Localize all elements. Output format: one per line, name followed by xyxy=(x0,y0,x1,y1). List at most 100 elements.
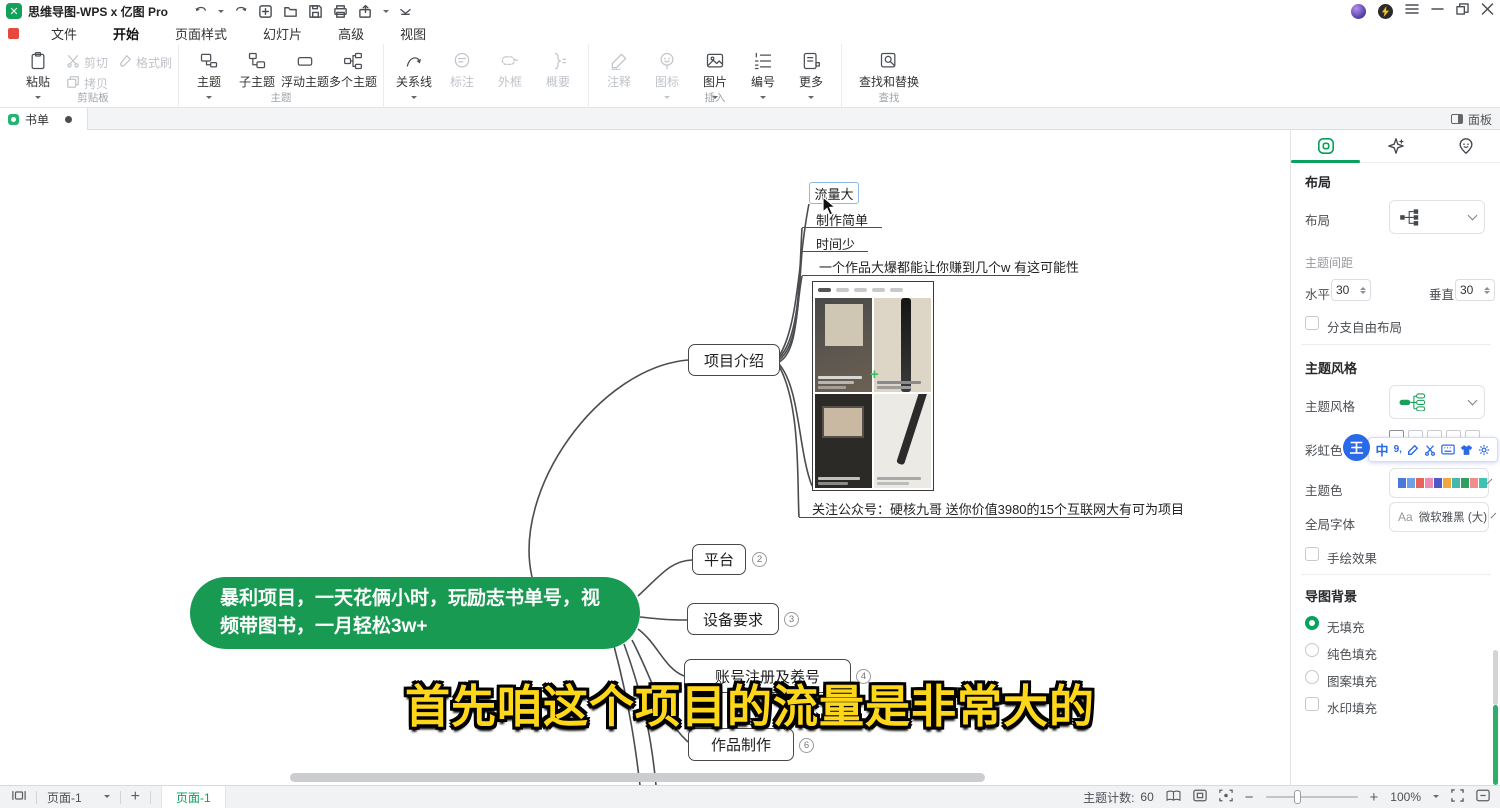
document-tab-label: 书单 xyxy=(25,111,49,128)
callout-button[interactable]: 标注 xyxy=(438,44,486,90)
format-painter-button[interactable]: 格式刷 xyxy=(118,54,172,71)
format-painter-icon xyxy=(118,54,132,71)
page-dropdown[interactable]: 页面-1 xyxy=(47,789,82,806)
branch-node-production[interactable]: 作品制作 xyxy=(688,728,794,761)
subtopic-node[interactable]: 一个作品大爆都能让你赚到几个w 有这可能性 xyxy=(819,257,1079,276)
ime-toolbar[interactable]: 中 9, xyxy=(1368,437,1498,462)
relation-dropdown-caret[interactable] xyxy=(411,96,417,102)
new-page-button[interactable] xyxy=(258,4,273,19)
panel-scrollbar-thumb[interactable] xyxy=(1493,705,1498,785)
relation-line-button[interactable]: 关系线 xyxy=(390,44,438,102)
note-button[interactable]: 注释 xyxy=(595,44,643,90)
watermark-fill-checkbox[interactable] xyxy=(1305,697,1319,711)
customize-toolbar-button[interactable] xyxy=(399,5,412,18)
find-replace-button[interactable]: 查找和替换 xyxy=(856,44,922,90)
zoom-dropdown-caret[interactable] xyxy=(1433,795,1439,801)
menu-tab-slides[interactable]: 幻灯片 xyxy=(245,22,320,45)
document-tab[interactable]: 书单 xyxy=(0,108,88,130)
redo-button[interactable] xyxy=(234,4,248,18)
stepper-arrows-icon[interactable] xyxy=(1484,284,1490,297)
boundary-button[interactable]: 外框 xyxy=(486,44,534,90)
fit-page-icon[interactable] xyxy=(1193,789,1207,805)
solid-fill-radio[interactable] xyxy=(1305,643,1319,657)
close-button[interactable] xyxy=(1481,2,1494,20)
focus-mode-icon[interactable] xyxy=(1219,789,1233,805)
topic-count-label: 主题计数: xyxy=(1083,789,1134,806)
hand-drawn-checkbox[interactable] xyxy=(1305,547,1319,561)
free-layout-checkbox[interactable] xyxy=(1305,316,1319,330)
panel-scrollbar[interactable] xyxy=(1493,650,1498,705)
summary-button[interactable]: 概要 xyxy=(534,44,582,90)
branch-node-account[interactable]: 账号注册及养号 xyxy=(684,659,851,693)
title-bar: ✕ 思维导图-WPS x 亿图 Pro xyxy=(0,0,1500,22)
mindmap-canvas[interactable]: 暴利项目，一天花俩小时，玩励志书单号，视频带图书，一月轻松3w+ 项目介绍 流量… xyxy=(0,130,1290,785)
zoom-slider[interactable] xyxy=(1266,796,1358,798)
horizontal-spacing-stepper[interactable]: 30 xyxy=(1331,279,1371,301)
panel-tab-ai[interactable] xyxy=(1361,130,1431,162)
embedded-image-tabs xyxy=(815,284,931,296)
collapse-toolbar-icon[interactable] xyxy=(1476,789,1490,805)
floating-topic-button[interactable]: 浮动主题 xyxy=(281,44,329,90)
ime-logo-icon[interactable]: 王 xyxy=(1343,434,1370,461)
zoom-out-button[interactable]: − xyxy=(1245,789,1254,806)
restore-button[interactable] xyxy=(1456,2,1469,20)
membership-badge-icon[interactable] xyxy=(1378,4,1393,19)
undo-button[interactable] xyxy=(194,4,208,18)
page-dropdown-caret[interactable] xyxy=(104,795,110,801)
outline-view-icon[interactable] xyxy=(1166,790,1181,805)
fullscreen-icon[interactable] xyxy=(1451,789,1464,805)
subtopic-note[interactable]: 关注公众号：硬核九哥 送你价值3980的15个互联网大有可为项目 xyxy=(812,499,1184,518)
share-button[interactable] xyxy=(358,4,373,19)
add-page-button[interactable]: + xyxy=(131,788,140,806)
ime-skin-icon[interactable] xyxy=(1460,444,1473,456)
panel-toggle-button[interactable]: 面板 xyxy=(1451,108,1492,130)
branch-node-intro[interactable]: 项目介绍 xyxy=(688,344,780,376)
save-button[interactable] xyxy=(308,4,323,19)
theme-color-dropdown[interactable] xyxy=(1389,468,1489,498)
pattern-fill-radio[interactable] xyxy=(1305,670,1319,684)
undo-dropdown-caret[interactable] xyxy=(218,10,224,16)
global-font-dropdown[interactable]: Aa 微软雅黑 (大) xyxy=(1389,502,1489,532)
zoom-level-value[interactable]: 100% xyxy=(1390,790,1421,804)
ime-language-toggle[interactable]: 中 xyxy=(1376,440,1389,459)
menu-tab-file[interactable]: 文件 xyxy=(33,22,95,45)
solid-fill-label: 纯色填充 xyxy=(1327,644,1377,663)
menu-tab-view[interactable]: 视图 xyxy=(382,22,444,45)
ime-scissors-icon[interactable] xyxy=(1424,444,1436,456)
page-list-icon[interactable] xyxy=(12,789,26,805)
panel-tab-sticker[interactable] xyxy=(1431,130,1500,162)
cut-button[interactable]: 剪切 xyxy=(66,54,108,71)
ime-keyboard-icon[interactable] xyxy=(1441,444,1455,455)
user-avatar[interactable] xyxy=(1351,4,1366,19)
ribbon-group-clipboard: 粘贴 剪切 格式刷 拷贝 剪贴板 xyxy=(8,44,178,107)
panel-tab-layout[interactable] xyxy=(1291,130,1361,162)
menu-tab-home[interactable]: 开始 xyxy=(95,22,157,45)
embedded-image-node[interactable]: + xyxy=(812,281,934,491)
central-topic-node[interactable]: 暴利项目，一天花俩小时，玩励志书单号，视频带图书，一月轻松3w+ xyxy=(190,577,640,649)
layout-dropdown[interactable] xyxy=(1389,200,1485,234)
open-file-button[interactable] xyxy=(283,4,298,19)
ime-phrase-button[interactable]: 9, xyxy=(1394,444,1402,455)
ime-pencil-icon[interactable] xyxy=(1407,444,1419,456)
canvas-horizontal-scrollbar[interactable] xyxy=(290,773,985,782)
window-menu-button[interactable] xyxy=(1405,2,1419,20)
add-subtopic-plus-icon[interactable]: + xyxy=(870,368,883,381)
theme-style-dropdown[interactable] xyxy=(1389,385,1485,419)
zoom-slider-thumb[interactable] xyxy=(1294,790,1301,804)
document-tab-bar: 书单 面板 xyxy=(0,108,1500,130)
ime-settings-gear-icon[interactable] xyxy=(1478,444,1490,456)
minimize-button[interactable] xyxy=(1431,2,1444,20)
branch-node-device[interactable]: 设备要求 xyxy=(687,603,779,635)
multi-topic-button[interactable]: 多个主题 xyxy=(329,44,377,90)
stepper-arrows-icon[interactable] xyxy=(1360,284,1366,297)
print-button[interactable] xyxy=(333,4,348,19)
subtopic-button[interactable]: 子主题 xyxy=(233,44,281,90)
no-fill-radio[interactable] xyxy=(1305,616,1319,630)
menu-tab-advanced[interactable]: 高级 xyxy=(320,22,382,45)
vertical-spacing-stepper[interactable]: 30 xyxy=(1455,279,1495,301)
zoom-in-button[interactable]: + xyxy=(1370,789,1379,806)
active-page-tab[interactable]: 页面-1 xyxy=(161,786,226,808)
menu-tab-page-style[interactable]: 页面样式 xyxy=(157,22,245,45)
share-dropdown-caret[interactable] xyxy=(383,10,389,16)
branch-node-platform[interactable]: 平台 xyxy=(692,544,746,575)
